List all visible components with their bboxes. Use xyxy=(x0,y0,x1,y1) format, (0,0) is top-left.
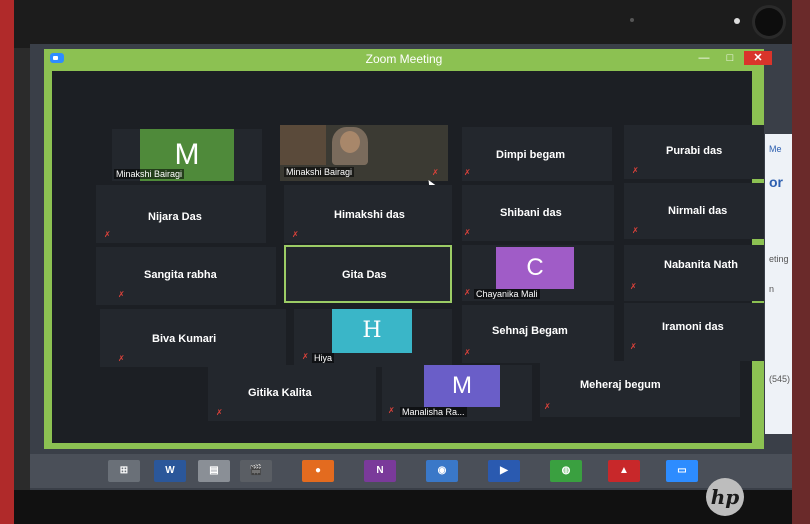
muted-mic-icon: ✗ xyxy=(118,290,125,299)
camera-app-icon[interactable]: ◉ xyxy=(426,460,458,482)
participant-name: Gita Das xyxy=(342,269,387,281)
muted-mic-icon: ✗ xyxy=(118,354,125,363)
participant-name: Shibani das xyxy=(500,207,562,219)
laptop-bezel-bottom xyxy=(14,490,792,524)
muted-mic-icon: ✗ xyxy=(464,168,471,177)
participant-tile-gita-active-speaker[interactable]: Gita Das xyxy=(284,245,452,303)
media-player-icon[interactable]: ▶ xyxy=(488,460,520,482)
participant-name: Hiya xyxy=(312,353,335,363)
start-button[interactable]: ⊞ xyxy=(108,460,140,482)
participant-name: Biva Kumari xyxy=(152,333,217,345)
participant-tile-minakshi-video[interactable]: Minakshi Bairagi ✗ xyxy=(280,125,448,181)
participant-tile-manalisha[interactable]: M Manalisha Ra... ✗ xyxy=(382,365,532,421)
chrome-icon[interactable]: ◍ xyxy=(550,460,582,482)
windows-taskbar: ⊞ W ▤ 🎬 ● N ◉ ▶ ◍ ▲ ▭ xyxy=(30,454,792,488)
participant-name: Dimpi begam xyxy=(496,149,566,161)
file-explorer-icon[interactable]: ▤ xyxy=(198,460,230,482)
participant-name: Manalisha Ra... xyxy=(400,407,467,417)
participant-name: Minakshi Bairagi xyxy=(284,167,355,177)
bg-fragment-4: n xyxy=(769,284,775,294)
hp-logo: hp xyxy=(706,478,744,516)
bg-fragment-1: Me xyxy=(769,144,782,154)
media-icon[interactable]: 🎬 xyxy=(240,460,272,482)
participant-name: Meheraj begum xyxy=(580,379,661,391)
window-titlebar[interactable]: Zoom Meeting — □ ✕ xyxy=(44,49,772,69)
participant-tile-nijara[interactable]: Nijara Das ✗ xyxy=(96,185,266,243)
participant-avatar: C xyxy=(496,247,574,289)
participant-tile-himakshi[interactable]: Himakshi das ✗ xyxy=(284,185,452,243)
muted-mic-icon: ✗ xyxy=(464,228,471,237)
close-button[interactable]: ✕ xyxy=(744,51,772,65)
muted-mic-icon: ✗ xyxy=(632,166,639,175)
muted-mic-icon: ✗ xyxy=(630,282,637,291)
laptop-bezel-left xyxy=(0,0,14,524)
firefox-icon[interactable]: ● xyxy=(302,460,334,482)
minimize-button[interactable]: — xyxy=(694,51,714,65)
participant-tile-nabanita[interactable]: Nabanita Nath ✗ xyxy=(624,245,764,301)
muted-mic-icon: ✗ xyxy=(464,288,471,297)
participant-tile-nirmali[interactable]: Nirmali das ✗ xyxy=(624,183,764,239)
participant-tile-meheraj[interactable]: Meheraj begum ✗ xyxy=(540,361,740,417)
participant-tile-dimpi[interactable]: Dimpi begam ✗ xyxy=(462,127,612,181)
participant-name: Purabi das xyxy=(666,145,723,157)
camera-light xyxy=(734,18,740,24)
gallery-view: M Minakshi Bairagi Minakshi Bairagi ✗ Di… xyxy=(52,71,764,443)
participant-name: Nijara Das xyxy=(148,211,202,223)
muted-mic-icon: ✗ xyxy=(216,408,223,417)
participant-name: Iramoni das xyxy=(662,321,724,333)
window-title: Zoom Meeting xyxy=(365,52,443,66)
bg-fragment-5: (545) xyxy=(769,374,791,384)
participant-tile-sehnaj[interactable]: Sehnaj Begam ✗ xyxy=(462,305,614,363)
participant-tile-hiya[interactable]: H Hiya ✗ xyxy=(294,309,452,367)
muted-mic-icon: ✗ xyxy=(464,348,471,357)
participant-name: Nirmali das xyxy=(668,205,728,217)
participant-name: Nabanita Nath xyxy=(664,259,738,271)
muted-mic-icon: ✗ xyxy=(632,226,639,235)
participant-tile-purabi[interactable]: Purabi das ✗ xyxy=(624,125,764,179)
participant-tile-biva[interactable]: Biva Kumari ✗ xyxy=(100,309,286,367)
muted-mic-icon: ✗ xyxy=(292,230,299,239)
participant-tile-shibani[interactable]: Shibani das ✗ xyxy=(462,185,614,241)
participant-name: Minakshi Bairagi xyxy=(114,169,185,179)
participant-name: Himakshi das xyxy=(334,209,405,221)
zoom-meeting-window: Zoom Meeting — □ ✕ M Minakshi Bairagi Mi… xyxy=(44,49,772,449)
participant-tile-sangita[interactable]: Sangita rabha ✗ xyxy=(96,247,276,305)
participant-avatar: H xyxy=(332,309,412,353)
participant-name: Sehnaj Begam xyxy=(492,325,568,337)
webcam-icon xyxy=(755,8,783,36)
participant-tile-iramoni[interactable]: Iramoni das ✗ xyxy=(624,303,764,361)
participant-name: Chayanika Mali xyxy=(474,289,540,299)
laptop-bezel-right xyxy=(792,0,810,524)
participant-name: Sangita rabha xyxy=(144,269,217,281)
muted-mic-icon: ✗ xyxy=(544,402,551,411)
participant-name: Gitika Kalita xyxy=(248,387,312,399)
muted-mic-icon: ✗ xyxy=(630,342,637,351)
bg-fragment-2: or xyxy=(769,174,783,190)
zoom-taskbar-icon[interactable]: ▭ xyxy=(666,460,698,482)
participant-tile-minakshi-avatar[interactable]: M Minakshi Bairagi xyxy=(112,129,262,181)
maximize-button[interactable]: □ xyxy=(720,51,740,65)
muted-mic-icon: ✗ xyxy=(104,230,111,239)
pdf-reader-icon[interactable]: ▲ xyxy=(608,460,640,482)
participant-tile-gitika[interactable]: Gitika Kalita ✗ xyxy=(208,365,376,421)
laptop-screen: Me or eting n (545) Zoom Meeting — □ ✕ M… xyxy=(30,44,792,496)
background-app: Me or eting n (545) xyxy=(765,134,792,434)
muted-mic-icon: ✗ xyxy=(302,352,309,361)
video-background xyxy=(280,125,326,165)
muted-mic-icon: ✗ xyxy=(388,406,395,415)
sensor-dot xyxy=(630,18,634,22)
laptop-bezel-top xyxy=(14,0,792,48)
onenote-taskbar-button[interactable]: N xyxy=(364,460,396,482)
participant-avatar: M xyxy=(424,365,500,407)
participant-tile-chayanika[interactable]: C Chayanika Mali ✗ xyxy=(462,245,614,301)
bg-fragment-3: eting xyxy=(769,254,789,264)
word-taskbar-button[interactable]: W xyxy=(154,460,186,482)
video-face xyxy=(340,131,360,153)
